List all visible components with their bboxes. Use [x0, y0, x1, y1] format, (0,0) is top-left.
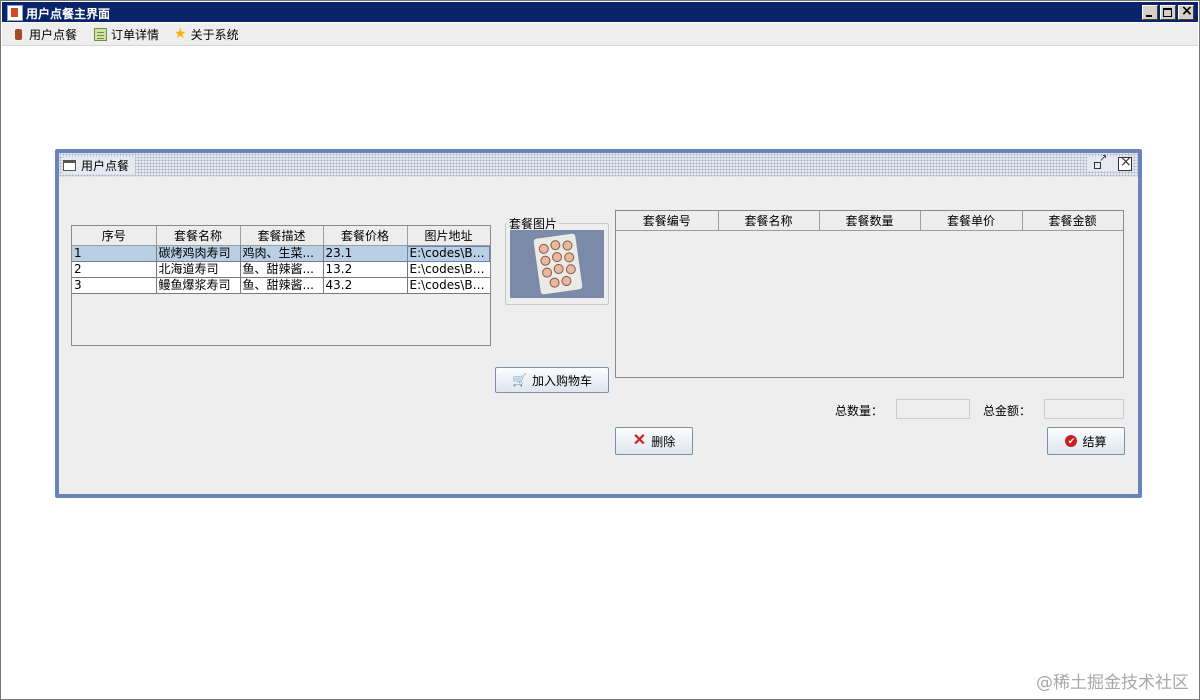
table-cell[interactable]: E:\codes\Bu... — [407, 277, 490, 294]
restore-icon[interactable] — [1093, 153, 1107, 170]
close-icon[interactable] — [1118, 154, 1132, 171]
table-cell[interactable]: 鸡肉、生菜... — [240, 245, 324, 262]
column-header-cart-unit-price[interactable]: 套餐单价 — [920, 211, 1023, 231]
table-cell[interactable]: 2 — [72, 261, 157, 278]
menu-order[interactable]: 用户点餐 — [12, 26, 77, 43]
menu-bar: 用户点餐 订单详情 ★ 关于系统 — [2, 23, 1198, 46]
add-to-cart-label: 加入购物车 — [531, 373, 592, 388]
table-cell[interactable]: 3 — [72, 277, 157, 294]
menu-table[interactable]: 序号 套餐名称 套餐描述 套餐价格 图片地址 1 碳烤鸡肉寿司 鸡肉、生菜... — [71, 225, 491, 346]
table-cell[interactable]: 鱼、甜辣酱... — [240, 261, 324, 278]
spreadsheet-icon — [94, 28, 107, 41]
column-header-image-path[interactable]: 图片地址 — [407, 226, 490, 246]
window-controls — [1142, 3, 1194, 20]
sushi-icon — [12, 28, 25, 41]
internal-frame-title: 用户点餐 — [63, 157, 136, 174]
table-cell[interactable]: 23.1 — [323, 245, 408, 262]
table-row[interactable]: 3 鳗鱼爆浆寿司 鱼、甜辣酱... 43.2 E:\codes\Bu... — [72, 277, 490, 294]
table-cell[interactable]: E:\codes\Bu... — [407, 245, 490, 262]
menu-about[interactable]: ★ 关于系统 — [174, 26, 239, 43]
sushi-plate — [533, 233, 583, 295]
cart-table-header: 套餐编号 套餐名称 套餐数量 套餐单价 套餐金额 — [616, 211, 1123, 231]
cart-icon: 🛒 — [512, 373, 527, 387]
table-cell[interactable]: E:\codes\Bu... — [407, 261, 490, 278]
title-bar: 用户点餐主界面 — [2, 2, 1198, 22]
window-icon — [63, 160, 76, 171]
main-window: 用户点餐主界面 用户点餐 订单详情 ★ 关于系统 用户点餐 — [0, 0, 1200, 700]
delete-label: 删除 — [651, 434, 676, 449]
column-header-price[interactable]: 套餐价格 — [323, 226, 408, 246]
cart-table[interactable]: 套餐编号 套餐名称 套餐数量 套餐单价 套餐金额 — [615, 210, 1124, 378]
total-count-label: 总数量： — [835, 404, 884, 418]
internal-frame-title-bar[interactable]: 用户点餐 — [59, 153, 1138, 177]
close-button[interactable] — [1178, 3, 1194, 20]
maximize-button[interactable] — [1160, 5, 1176, 20]
watermark: @稀土掘金技术社区 — [1036, 673, 1189, 693]
order-internal-frame: 用户点餐 序号 套餐名称 套餐描述 套餐价格 — [55, 149, 1142, 498]
image-panel: 套餐图片 — [505, 215, 609, 305]
table-cell[interactable]: 13.2 — [323, 261, 408, 278]
table-cell[interactable]: 43.2 — [323, 277, 408, 294]
menu-order-details[interactable]: 订单详情 — [94, 26, 159, 43]
column-header-name[interactable]: 套餐名称 — [156, 226, 241, 246]
column-header-cart-quantity[interactable]: 套餐数量 — [819, 211, 921, 231]
menu-about-label: 关于系统 — [190, 28, 239, 42]
total-count-field[interactable] — [896, 399, 970, 419]
menu-table-header: 序号 套餐名称 套餐描述 套餐价格 图片地址 — [72, 226, 490, 246]
menu-order-details-label: 订单详情 — [111, 28, 160, 42]
order-panel: 用户点餐 序号 套餐名称 套餐描述 套餐价格 — [59, 153, 1138, 494]
internal-frame-title-text: 用户点餐 — [81, 159, 130, 173]
star-icon: ★ — [174, 26, 187, 42]
menu-order-label: 用户点餐 — [29, 28, 78, 42]
column-header-cart-amount[interactable]: 套餐金额 — [1022, 211, 1123, 231]
delete-button[interactable]: ✕ 删除 — [615, 427, 693, 455]
minimize-button[interactable] — [1142, 5, 1158, 20]
column-header-index[interactable]: 序号 — [72, 226, 157, 246]
checkmark-icon: ✔ — [1065, 435, 1078, 447]
column-header-description[interactable]: 套餐描述 — [240, 226, 324, 246]
window-title: 用户点餐主界面 — [26, 7, 111, 21]
checkout-button[interactable]: ✔ 结算 — [1047, 427, 1125, 455]
table-row[interactable]: 2 北海道寿司 鱼、甜辣酱... 13.2 E:\codes\Bu... — [72, 261, 490, 278]
column-header-cart-name[interactable]: 套餐名称 — [718, 211, 820, 231]
delete-icon: ✕ — [632, 432, 647, 449]
sushi-image — [510, 230, 604, 298]
internal-frame-controls — [1087, 153, 1132, 171]
column-header-cart-id[interactable]: 套餐编号 — [616, 211, 719, 231]
add-to-cart-button[interactable]: 🛒 加入购物车 — [495, 367, 609, 393]
table-cell[interactable]: 1 — [72, 245, 157, 262]
table-cell[interactable]: 北海道寿司 — [156, 261, 241, 278]
checkout-label: 结算 — [1082, 434, 1107, 449]
table-cell[interactable]: 鳗鱼爆浆寿司 — [156, 277, 241, 294]
total-amount-label: 总金额： — [983, 404, 1032, 418]
java-app-icon — [7, 5, 23, 21]
table-cell[interactable]: 鱼、甜辣酱... — [240, 277, 324, 294]
table-row[interactable]: 1 碳烤鸡肉寿司 鸡肉、生菜... 23.1 E:\codes\Bu... — [72, 245, 490, 262]
total-amount-field[interactable] — [1044, 399, 1124, 419]
table-cell[interactable]: 碳烤鸡肉寿司 — [156, 245, 241, 262]
